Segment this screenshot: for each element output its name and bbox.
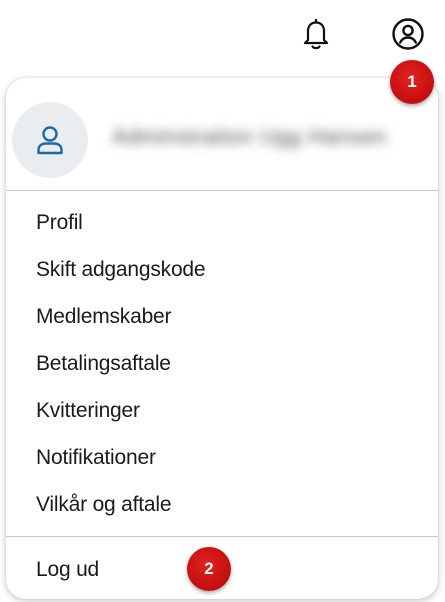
avatar xyxy=(12,102,88,178)
user-name: Adminstration Ugg Hansen xyxy=(112,124,387,149)
menu-item-skift-adgangskode[interactable]: Skift adgangskode xyxy=(6,246,438,293)
bell-icon xyxy=(303,18,329,50)
menu-list: Profil Skift adgangskode Medlemskaber Be… xyxy=(6,199,438,528)
notifications-button[interactable] xyxy=(296,14,336,54)
menu-item-medlemskaber[interactable]: Medlemskaber xyxy=(6,293,438,340)
user-info-row: Adminstration Ugg Hansen xyxy=(6,78,438,190)
step-badge-1: 1 xyxy=(390,60,434,104)
account-circle-icon xyxy=(392,18,424,50)
divider xyxy=(6,190,438,191)
menu-item-betalingsaftale[interactable]: Betalingsaftale xyxy=(6,340,438,387)
user-icon xyxy=(37,126,63,155)
menu-item-vilkaar-og-aftale[interactable]: Vilkår og aftale xyxy=(6,481,438,528)
user-dropdown-menu: Adminstration Ugg Hansen Profil Skift ad… xyxy=(6,78,438,599)
account-menu-button[interactable] xyxy=(388,14,428,54)
step-badge-2: 2 xyxy=(187,547,231,591)
menu-item-notifikationer[interactable]: Notifikationer xyxy=(6,434,438,481)
menu-item-kvitteringer[interactable]: Kvitteringer xyxy=(6,387,438,434)
menu-item-profil[interactable]: Profil xyxy=(6,199,438,246)
divider xyxy=(6,536,438,537)
